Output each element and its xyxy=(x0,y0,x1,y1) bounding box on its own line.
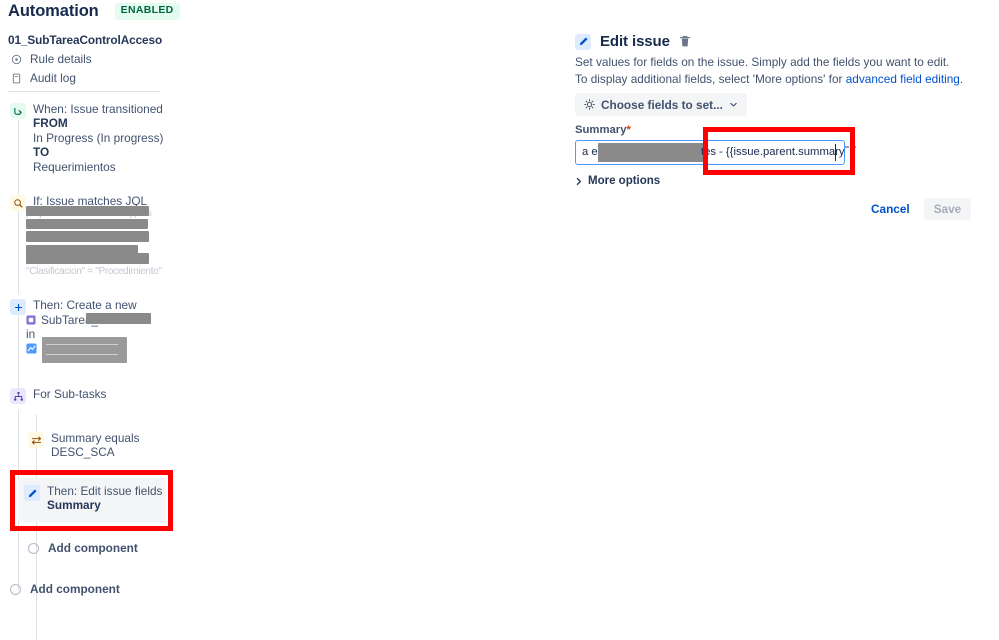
text-caret xyxy=(835,144,836,161)
info-circle-icon xyxy=(10,53,22,65)
project-icon xyxy=(26,343,37,354)
sidebar-header: Automation ENABLED xyxy=(8,2,308,21)
rule-name: 01_SubTareaControlAcceso xyxy=(8,33,163,47)
summary-field-label: Summary* xyxy=(575,124,631,136)
side-mark xyxy=(845,146,849,148)
rule-component-edit-issue-fields[interactable]: Then: Edit issue fields Summary xyxy=(18,478,166,522)
plus-icon xyxy=(10,299,26,315)
add-component-button-outer[interactable]: Add component xyxy=(10,582,120,596)
redaction-bar xyxy=(26,206,149,216)
audit-log-icon xyxy=(10,72,22,84)
summary-smart-value: - {{issue.parent.summary}} xyxy=(719,146,845,158)
redaction-bar xyxy=(26,219,148,229)
trash-icon[interactable] xyxy=(679,35,691,48)
subtask-icon xyxy=(26,315,36,325)
rule-component-summary-condition[interactable]: Summary equals DESC_SCA xyxy=(28,431,140,460)
rule-component-label: When: Issue transitioned FROM In Progress … xyxy=(33,102,164,174)
rule-component-label: Summary equals DESC_SCA xyxy=(51,431,140,460)
pencil-icon xyxy=(24,485,40,501)
summary-input[interactable]: a eq tes - {{issue.parent.summary}} xyxy=(575,140,845,165)
cancel-button[interactable]: Cancel xyxy=(865,198,916,220)
tree-connector xyxy=(18,206,19,294)
summary-value-mid: tes xyxy=(701,146,717,158)
add-component-label: Add component xyxy=(30,582,120,596)
detail-title: Edit issue xyxy=(600,33,670,50)
side-mark xyxy=(852,146,856,148)
trigger-icon xyxy=(10,103,26,119)
add-component-button-inner[interactable]: Add component xyxy=(28,541,138,555)
status-badge: ENABLED xyxy=(114,3,180,20)
detail-description-line2: To display additional fields, select 'Mo… xyxy=(575,72,963,87)
more-options-label: More options xyxy=(588,175,661,187)
rule-component-trigger[interactable]: When: Issue transitioned FROM In Progress … xyxy=(10,102,163,174)
redaction-bar xyxy=(86,313,151,324)
page-title: Automation xyxy=(8,2,99,20)
redaction-bar xyxy=(26,253,149,264)
save-button[interactable]: Save xyxy=(923,198,972,220)
redaction-line xyxy=(46,354,118,355)
redacted-text-underlay: "Clasificacion" = "Procedimiento" xyxy=(26,266,162,277)
branch-icon xyxy=(10,388,26,404)
desc-suffix: . xyxy=(959,72,964,86)
plus-circle-icon xyxy=(10,583,21,595)
compare-icon xyxy=(28,432,44,448)
rule-component-label: For Sub-tasks xyxy=(33,387,107,401)
choose-fields-dropdown[interactable]: Choose fields to set... xyxy=(575,93,747,116)
rule-component-label: Then: Edit issue fields Summary xyxy=(47,484,163,513)
rule-component-label: Then: Create a new xyxy=(33,298,137,312)
redaction-line xyxy=(46,344,118,345)
redaction-bar xyxy=(26,231,149,242)
pencil-icon xyxy=(575,33,591,50)
plus-circle-icon xyxy=(28,542,39,554)
automation-rule-sidebar: Automation ENABLED 01_SubTareaControlAcc… xyxy=(0,0,330,640)
more-options-expander[interactable]: More options xyxy=(575,175,660,187)
jql-search-icon xyxy=(10,195,26,211)
chevron-right-icon xyxy=(575,177,583,186)
add-component-label: Add component xyxy=(48,541,138,555)
create-issue-in-label: in xyxy=(26,327,36,341)
chevron-down-icon xyxy=(729,100,738,109)
detail-header: Edit issue xyxy=(575,33,691,50)
redaction-bar xyxy=(42,337,127,363)
advanced-field-editing-link[interactable]: advanced field editing xyxy=(846,72,960,86)
sidebar-item-rule-details[interactable]: Rule details xyxy=(10,52,92,66)
choose-fields-label: Choose fields to set... xyxy=(601,97,723,112)
summary-input-side-marks xyxy=(845,146,859,148)
detail-action-buttons: Cancel Save xyxy=(865,198,972,220)
redaction-bar xyxy=(598,143,706,162)
tree-connector xyxy=(18,310,19,398)
sidebar-item-audit-log[interactable]: Audit log xyxy=(10,71,76,85)
rule-component-branch-subtasks[interactable]: For Sub-tasks xyxy=(10,387,106,404)
desc-prefix: To display additional fields, select 'Mo… xyxy=(575,72,846,86)
sidebar-item-label: Rule details xyxy=(30,52,92,66)
gear-icon xyxy=(584,99,595,110)
sidebar-item-label: Audit log xyxy=(30,71,76,85)
sidebar-divider xyxy=(8,91,160,92)
detail-description-line1: Set values for fields on the issue. Simp… xyxy=(575,55,950,69)
